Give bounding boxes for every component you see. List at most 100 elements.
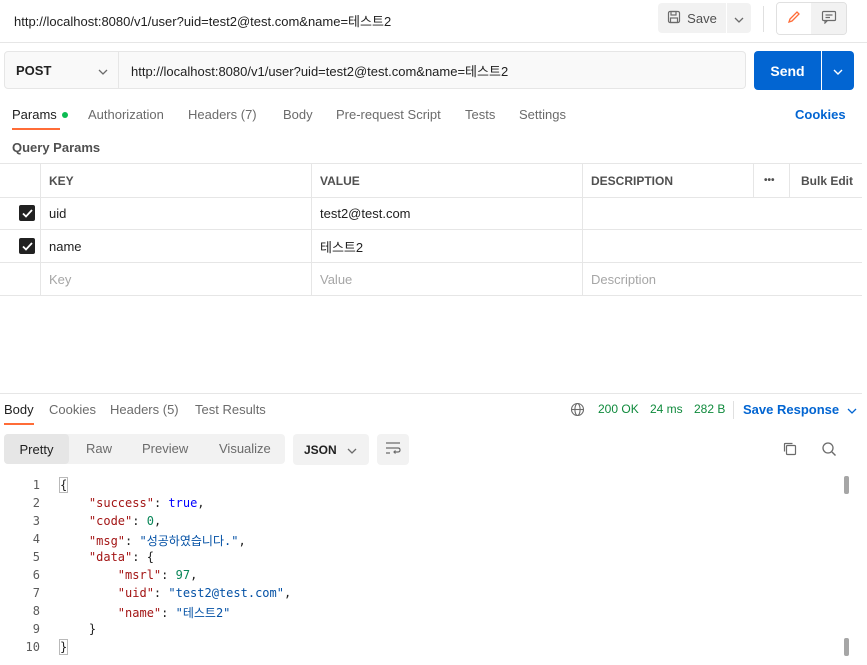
response-tab-test-results[interactable]: Test Results [195, 402, 266, 417]
response-tab-cookies[interactable]: Cookies [49, 402, 96, 417]
response-divider[interactable] [0, 393, 862, 394]
json-brace: } [88, 622, 97, 636]
status-code[interactable]: 200 OK [598, 402, 639, 416]
param-key[interactable]: uid [40, 197, 66, 229]
url-text: http://localhost:8080/v1/user?uid=test2@… [131, 63, 509, 79]
line-number: 1 [32, 478, 40, 492]
line-number: 9 [32, 622, 40, 636]
line-number: 4 [32, 532, 40, 546]
scrollbar-thumb[interactable] [844, 638, 849, 656]
table-header-row: KEY VALUE DESCRIPTION ••• Bulk Edit [0, 163, 862, 198]
tab-settings[interactable]: Settings [519, 107, 566, 122]
cookies-link[interactable]: Cookies [795, 107, 846, 122]
json-value: "test2@test.com" [168, 586, 284, 600]
line-number: 2 [32, 496, 40, 510]
chevron-down-icon [98, 63, 108, 78]
send-options-button[interactable] [822, 51, 854, 90]
view-pretty-button[interactable]: Pretty [4, 434, 69, 464]
more-options-icon[interactable]: ••• [755, 164, 775, 197]
url-input[interactable]: http://localhost:8080/v1/user?uid=test2@… [119, 51, 746, 89]
json-brace: { [58, 477, 69, 493]
code-line: "msrl": 97, [117, 568, 198, 582]
view-raw-button[interactable]: Raw [86, 441, 112, 456]
response-time[interactable]: 24 ms [650, 402, 683, 416]
json-brace: { [146, 550, 154, 564]
tab-headers[interactable]: Headers (7) [188, 107, 257, 122]
documentation-mode-button[interactable] [811, 3, 846, 34]
tab-tests[interactable]: Tests [465, 107, 495, 122]
code-line: "code": 0, [88, 514, 162, 528]
method-select[interactable]: POST [4, 51, 119, 89]
new-key-input[interactable]: Key [40, 263, 71, 295]
column-header-value: VALUE [320, 173, 360, 188]
response-size[interactable]: 282 B [694, 402, 725, 416]
comment-icon [821, 10, 837, 27]
pencil-icon [787, 10, 801, 27]
format-select[interactable]: JSON [293, 434, 369, 465]
tab-params-label: Params [12, 107, 57, 122]
chevron-down-icon [347, 443, 357, 457]
line-number: 6 [32, 568, 40, 582]
json-value: 0 [146, 514, 154, 528]
active-tab-underline [4, 423, 34, 425]
table-row: name 테스트2 [0, 230, 862, 263]
line-number: 10 [25, 640, 40, 654]
wrap-lines-button[interactable] [377, 434, 409, 465]
edit-mode-button[interactable] [777, 3, 811, 34]
code-line: "msg": "성공하였습니다.", [88, 534, 246, 548]
save-icon [667, 10, 681, 27]
param-description[interactable] [582, 230, 862, 262]
save-response-button[interactable]: Save Response [743, 402, 857, 417]
wrap-icon [385, 441, 401, 458]
save-button[interactable]: Save [658, 3, 726, 33]
request-title[interactable]: http://localhost:8080/v1/user?uid=test2@… [14, 11, 391, 30]
send-button[interactable]: Send [754, 51, 821, 90]
column-header-key: KEY [49, 173, 74, 188]
json-value: true [168, 496, 198, 510]
json-brace: } [58, 639, 69, 655]
param-key[interactable]: name [40, 230, 82, 262]
tab-params[interactable]: Params [12, 107, 68, 122]
save-options-button[interactable] [727, 3, 751, 33]
tab-body[interactable]: Body [283, 107, 313, 122]
divider [733, 401, 734, 419]
row-checkbox[interactable] [19, 205, 35, 221]
view-preview-button[interactable]: Preview [142, 441, 188, 456]
json-key: "uid" [117, 586, 154, 600]
tab-authorization[interactable]: Authorization [88, 107, 164, 122]
query-params-title: Query Params [12, 140, 101, 155]
bulk-edit-button[interactable]: Bulk Edit [792, 164, 853, 197]
json-value: 97 [175, 568, 191, 582]
json-key: "msrl" [117, 568, 162, 582]
line-number: 3 [32, 514, 40, 528]
response-tab-body[interactable]: Body [4, 402, 34, 417]
search-icon[interactable] [821, 441, 837, 460]
line-number: 8 [32, 604, 40, 618]
active-tab-underline [12, 128, 60, 130]
copy-icon[interactable] [782, 441, 798, 460]
method-label: POST [16, 62, 52, 78]
response-tab-headers[interactable]: Headers (5) [110, 402, 179, 417]
format-label: JSON [304, 442, 337, 457]
chevron-down-icon [847, 402, 857, 417]
new-value-input[interactable]: Value [311, 263, 352, 295]
param-value[interactable]: 테스트2 [311, 230, 363, 262]
scrollbar-thumb[interactable] [844, 476, 849, 494]
code-line: "name": "테스트2" [117, 606, 231, 620]
view-visualize-button[interactable]: Visualize [219, 441, 271, 456]
view-mode-toggle [776, 2, 847, 35]
table-row: uid test2@test.com [0, 197, 862, 230]
divider [763, 6, 764, 32]
save-response-label: Save Response [743, 402, 840, 417]
column-header-description: DESCRIPTION [591, 173, 674, 188]
code-line: "uid": "test2@test.com", [117, 586, 292, 600]
chevron-down-icon [734, 11, 744, 26]
table-row-empty: Key Value Description [0, 263, 862, 296]
globe-icon[interactable] [570, 402, 585, 420]
json-key: "data" [88, 550, 133, 564]
new-description-input[interactable]: Description [582, 263, 656, 295]
row-checkbox[interactable] [19, 238, 35, 254]
param-description[interactable] [582, 197, 862, 229]
tab-pre-request-script[interactable]: Pre-request Script [336, 107, 441, 122]
param-value[interactable]: test2@test.com [311, 197, 411, 229]
